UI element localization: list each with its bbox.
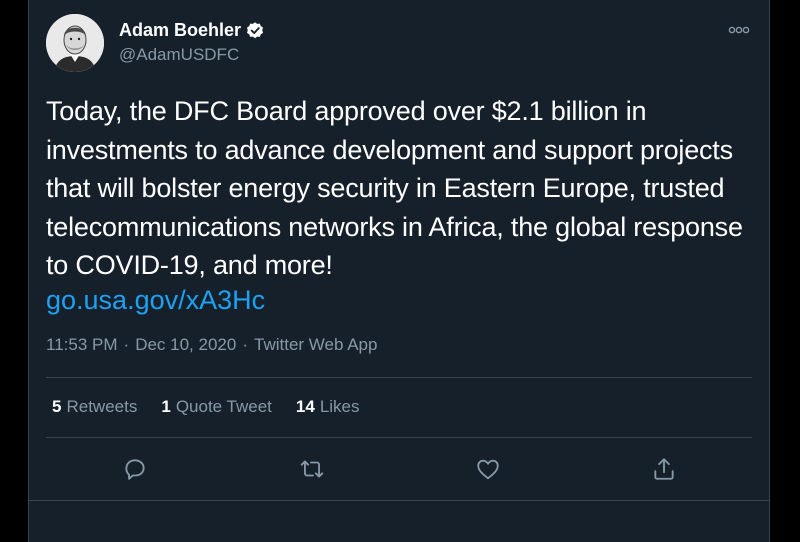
quote-tweets-stat[interactable]: 1 Quote Tweet bbox=[161, 397, 272, 417]
tweet-source[interactable]: Twitter Web App bbox=[254, 335, 377, 355]
tweet-link[interactable]: go.usa.gov/xA3Hc bbox=[46, 281, 265, 319]
tweet-date[interactable]: Dec 10, 2020 bbox=[135, 335, 236, 355]
author-name-row[interactable]: Adam Boehler bbox=[119, 20, 265, 41]
retweets-label: Retweets bbox=[66, 397, 138, 416]
more-options-icon[interactable] bbox=[723, 16, 755, 44]
like-icon[interactable] bbox=[473, 454, 503, 484]
share-icon[interactable] bbox=[649, 454, 679, 484]
avatar-portrait-icon bbox=[46, 14, 104, 72]
retweets-count: 5 bbox=[52, 397, 62, 416]
retweets-stat[interactable]: 5 Retweets bbox=[52, 397, 137, 417]
divider bbox=[46, 437, 752, 438]
tweet-meta: 11:53 PM · Dec 10, 2020 · Twitter Web Ap… bbox=[46, 335, 377, 355]
page: Adam Boehler @AdamUSDFC Today, the DFC B… bbox=[0, 0, 800, 542]
card-bottom-divider bbox=[29, 500, 769, 501]
divider bbox=[46, 377, 752, 378]
author-name[interactable]: Adam Boehler bbox=[119, 20, 241, 41]
reply-icon[interactable] bbox=[120, 454, 150, 484]
avatar[interactable] bbox=[46, 14, 104, 72]
likes-count: 14 bbox=[295, 397, 315, 416]
tweet-actions bbox=[29, 454, 771, 484]
likes-stat[interactable]: 14 Likes bbox=[296, 397, 360, 417]
meta-separator: · bbox=[242, 335, 248, 354]
verified-badge-icon bbox=[245, 21, 265, 41]
author-handle[interactable]: @AdamUSDFC bbox=[119, 45, 239, 65]
retweet-icon[interactable] bbox=[297, 454, 327, 484]
tweet-time[interactable]: 11:53 PM bbox=[46, 335, 118, 355]
quotes-label: Quote Tweet bbox=[175, 397, 272, 416]
meta-separator: · bbox=[123, 335, 130, 354]
quotes-count: 1 bbox=[161, 397, 171, 416]
tweet-stats: 5 Retweets 1 Quote Tweet 14 Likes bbox=[52, 397, 360, 417]
likes-label: Likes bbox=[319, 397, 360, 416]
tweet-text: Today, the DFC Board approved over $2.1 … bbox=[46, 96, 743, 280]
tweet-card: Adam Boehler @AdamUSDFC Today, the DFC B… bbox=[28, 0, 770, 542]
